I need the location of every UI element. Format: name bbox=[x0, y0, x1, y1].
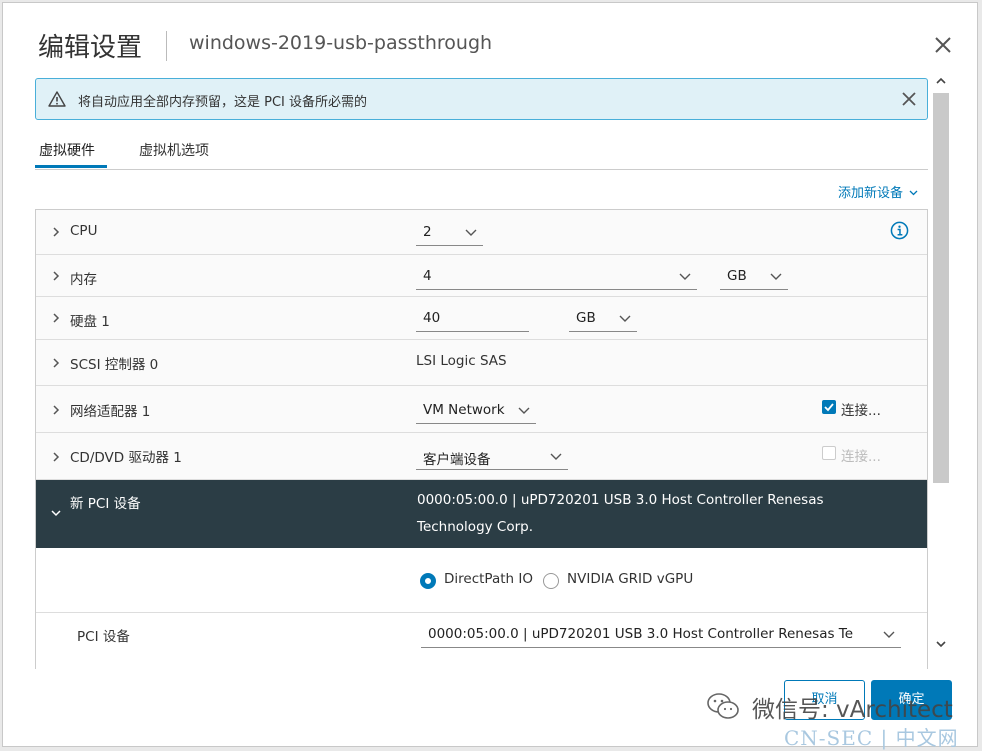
hardware-row-pci[interactable]: 新 PCI 设备 0000:05:00.0 | uPD720201 USB 3.… bbox=[36, 480, 927, 548]
memory-unit: GB bbox=[727, 268, 747, 284]
cddvd-connect-label: 连接... bbox=[841, 449, 881, 465]
cpu-value: 2 bbox=[423, 224, 432, 240]
hardware-list: CPU 2 内存 4 GB 硬盘 1 40 GB SCSI 控制器 0 LSI … bbox=[35, 209, 928, 669]
alert-message: 将自动应用全部内存预留，这是 PCI 设备所必需的 bbox=[78, 95, 368, 110]
pci-device-row: PCI 设备 0000:05:00.0 | uPD720201 USB 3.0 … bbox=[36, 613, 927, 669]
directpath-radio[interactable] bbox=[420, 573, 436, 589]
cddvd-value: 客户端设备 bbox=[423, 452, 491, 468]
vgpu-label: NVIDIA GRID vGPU bbox=[567, 571, 694, 587]
dialog-title: 编辑设置 bbox=[38, 33, 143, 63]
hardware-row-cddvd: CD/DVD 驱动器 1 客户端设备 连接... bbox=[36, 433, 927, 480]
chevron-down-icon bbox=[909, 190, 918, 196]
pci-value-line1: 0000:05:00.0 | uPD720201 USB 3.0 Host Co… bbox=[417, 492, 824, 508]
chevron-down-icon bbox=[518, 407, 530, 414]
scrollbar[interactable] bbox=[931, 73, 951, 653]
tab-bar: 虚拟硬件 虚拟机选项 bbox=[35, 133, 928, 170]
network-connect-checkbox[interactable] bbox=[822, 400, 836, 414]
chevron-right-icon[interactable] bbox=[50, 270, 62, 282]
hardware-row-memory: 内存 4 GB bbox=[36, 255, 927, 297]
pci-device-value: 0000:05:00.0 | uPD720201 USB 3.0 Host Co… bbox=[428, 626, 854, 642]
chevron-right-icon[interactable] bbox=[50, 357, 62, 369]
info-icon[interactable] bbox=[890, 221, 909, 240]
add-new-device-button[interactable]: 添加新设备 bbox=[838, 182, 918, 201]
vm-name: windows-2019-usb-passthrough bbox=[189, 32, 493, 54]
disk-unit-select[interactable]: GB bbox=[569, 305, 637, 332]
edit-settings-dialog: 编辑设置 windows-2019-usb-passthrough 将自动应用全… bbox=[2, 2, 978, 747]
pci-mode-row: DirectPath IO NVIDIA GRID vGPU bbox=[36, 548, 927, 613]
chevron-down-icon[interactable] bbox=[50, 507, 62, 519]
active-tab-indicator bbox=[35, 165, 107, 168]
network-connect-label: 连接... bbox=[841, 403, 881, 419]
chevron-down-icon bbox=[679, 273, 691, 280]
chevron-right-icon[interactable] bbox=[50, 451, 62, 463]
pci-label: 新 PCI 设备 bbox=[70, 496, 141, 512]
wechat-icon bbox=[707, 693, 739, 719]
cddvd-select[interactable]: 客户端设备 bbox=[416, 443, 568, 470]
chevron-right-icon[interactable] bbox=[50, 312, 62, 324]
directpath-label: DirectPath IO bbox=[444, 571, 533, 587]
cpu-select[interactable]: 2 bbox=[416, 219, 483, 246]
chevron-right-icon[interactable] bbox=[50, 226, 62, 238]
add-new-device-label: 添加新设备 bbox=[838, 186, 904, 201]
alert-close-icon[interactable] bbox=[900, 90, 918, 108]
vgpu-radio[interactable] bbox=[543, 573, 559, 589]
checkmark-icon bbox=[824, 403, 834, 412]
pci-value-line2: Technology Corp. bbox=[417, 519, 534, 535]
network-value: VM Network bbox=[423, 402, 505, 418]
memory-unit-select[interactable]: GB bbox=[720, 263, 788, 290]
scsi-label: SCSI 控制器 0 bbox=[70, 357, 159, 373]
tab-vm-options[interactable]: 虚拟机选项 bbox=[139, 140, 209, 160]
scroll-down-icon[interactable] bbox=[935, 638, 947, 650]
disk-size-input[interactable]: 40 bbox=[416, 305, 529, 332]
wechat-watermark: 微信号: vArchitect bbox=[752, 697, 953, 723]
network-select[interactable]: VM Network bbox=[416, 397, 536, 424]
hardware-row-network: 网络适配器 1 VM Network 连接... bbox=[36, 386, 927, 433]
hardware-row-scsi: SCSI 控制器 0 LSI Logic SAS bbox=[36, 340, 927, 386]
hardware-row-disk: 硬盘 1 40 GB bbox=[36, 297, 927, 340]
warning-icon bbox=[48, 91, 66, 107]
hardware-row-cpu: CPU 2 bbox=[36, 210, 927, 255]
disk-unit: GB bbox=[576, 310, 596, 326]
chevron-down-icon bbox=[619, 315, 631, 322]
site-watermark: CN-SEC | 中文网 bbox=[784, 726, 959, 750]
cddvd-connect-checkbox[interactable] bbox=[822, 446, 836, 460]
chevron-down-icon bbox=[465, 229, 477, 236]
network-label: 网络适配器 1 bbox=[70, 404, 151, 420]
pci-device-label: PCI 设备 bbox=[77, 629, 130, 645]
pci-device-select[interactable]: 0000:05:00.0 | uPD720201 USB 3.0 Host Co… bbox=[421, 621, 901, 648]
title-divider bbox=[166, 31, 167, 61]
tab-virtual-hardware[interactable]: 虚拟硬件 bbox=[39, 140, 95, 160]
close-icon[interactable] bbox=[931, 33, 955, 57]
chevron-down-icon bbox=[770, 273, 782, 280]
scroll-thumb[interactable] bbox=[933, 93, 949, 483]
cpu-label: CPU bbox=[70, 223, 98, 239]
memory-label: 内存 bbox=[70, 272, 97, 288]
chevron-right-icon[interactable] bbox=[50, 404, 62, 416]
memory-select[interactable]: 4 bbox=[416, 263, 697, 290]
disk-size-value: 40 bbox=[423, 310, 441, 326]
chevron-down-icon bbox=[550, 453, 562, 460]
chevron-down-icon bbox=[883, 629, 895, 639]
disk-label: 硬盘 1 bbox=[70, 314, 110, 330]
info-alert: 将自动应用全部内存预留，这是 PCI 设备所必需的 bbox=[35, 78, 928, 120]
memory-value: 4 bbox=[423, 268, 432, 284]
cddvd-label: CD/DVD 驱动器 1 bbox=[70, 450, 182, 466]
scroll-up-icon[interactable] bbox=[935, 75, 947, 87]
scsi-value: LSI Logic SAS bbox=[416, 353, 507, 369]
